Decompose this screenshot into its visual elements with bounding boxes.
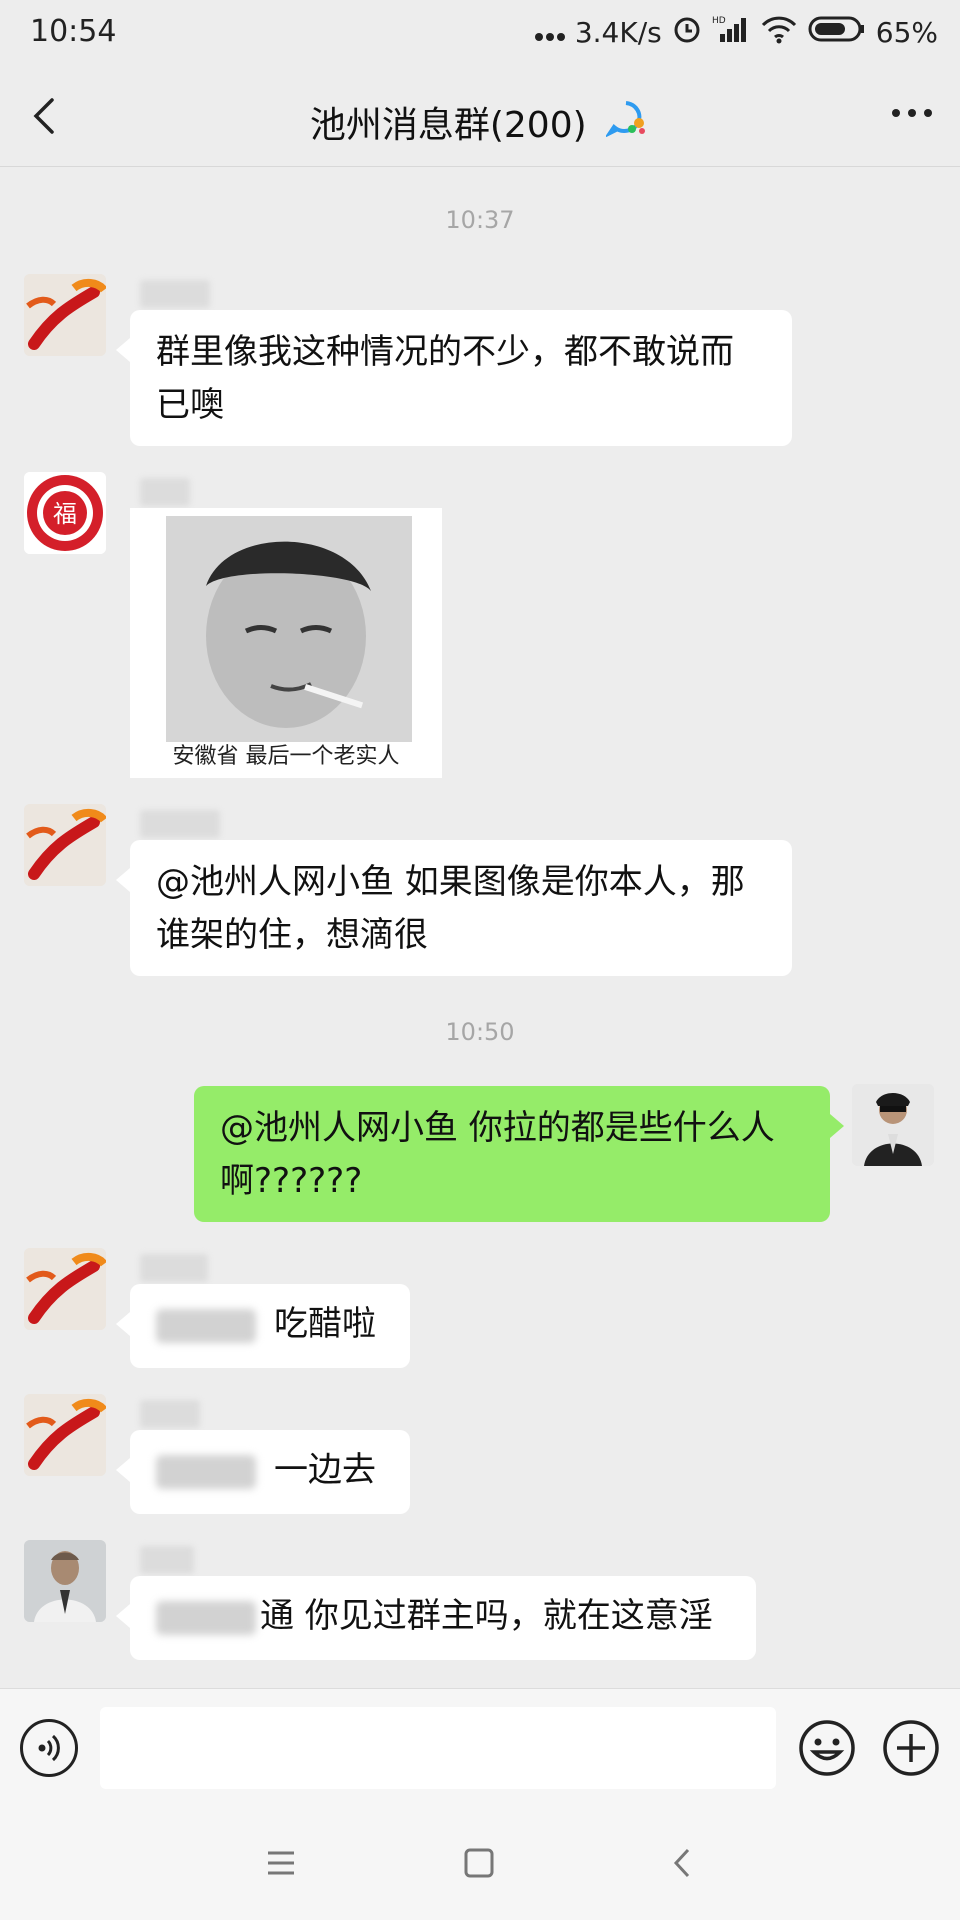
emoji-icon bbox=[799, 1720, 855, 1776]
koi-avatar-icon bbox=[24, 1248, 106, 1330]
koi-avatar-icon bbox=[24, 1394, 106, 1476]
person-avatar-icon bbox=[24, 1540, 106, 1622]
chevron-left-icon bbox=[673, 1848, 690, 1878]
wifi-icon bbox=[760, 14, 798, 51]
avatar[interactable] bbox=[24, 274, 106, 356]
sender-name-blurred bbox=[140, 280, 210, 308]
battery-percent: 65% bbox=[875, 16, 938, 49]
timestamp: 10:37 bbox=[445, 206, 515, 234]
sender-name-blurred bbox=[140, 810, 220, 838]
svg-text:HD: HD bbox=[712, 16, 726, 26]
message-bubble-self[interactable]: @池州人网小鱼 你拉的都是些什么人啊?????? bbox=[194, 1086, 844, 1222]
sender-name-blurred bbox=[140, 478, 190, 506]
timestamp: 10:50 bbox=[445, 1018, 515, 1046]
message-text: 通 你见过群主吗，就在这意淫 bbox=[260, 1596, 713, 1636]
more-actions-button[interactable] bbox=[882, 1719, 940, 1777]
message-text: 群里像我这种情况的不少，都不敢说而已噢 bbox=[156, 332, 734, 425]
blurred-mention bbox=[156, 1454, 256, 1489]
back-nav-button[interactable] bbox=[660, 1840, 706, 1886]
svg-text:福: 福 bbox=[53, 500, 77, 528]
voice-icon bbox=[38, 1734, 60, 1762]
title-area: 池州消息群(200) bbox=[0, 96, 960, 148]
avatar[interactable] bbox=[24, 804, 106, 886]
person-avatar-icon bbox=[852, 1084, 934, 1166]
plus-icon bbox=[883, 1720, 939, 1776]
emoji-button[interactable] bbox=[798, 1719, 856, 1777]
menu-nav-button[interactable] bbox=[258, 1840, 304, 1886]
avatar[interactable] bbox=[24, 1540, 106, 1622]
battery-icon bbox=[808, 15, 866, 50]
blurred-mention bbox=[156, 1308, 256, 1343]
group-chat-icon bbox=[604, 99, 650, 146]
status-icons: 3.4K/s HD 65% bbox=[534, 14, 938, 51]
home-nav-button[interactable] bbox=[456, 1840, 502, 1886]
alarm-icon bbox=[672, 14, 702, 51]
chat-title: 池州消息群(200) bbox=[309, 105, 587, 146]
hd-signal-icon: HD bbox=[712, 14, 750, 51]
signal-dots-icon bbox=[534, 16, 565, 49]
fu-character-avatar-icon: 福 bbox=[24, 472, 106, 554]
sender-name-blurred bbox=[140, 1254, 208, 1282]
message-text: @池州人网小鱼 你拉的都是些什么人啊?????? bbox=[220, 1108, 775, 1201]
input-bar bbox=[0, 1688, 960, 1807]
sender-name-blurred bbox=[140, 1400, 200, 1428]
message-bubble[interactable]: 一边去 bbox=[116, 1430, 410, 1514]
sticker-image[interactable]: 安徽省 最后一个老实人 bbox=[130, 508, 442, 778]
avatar[interactable] bbox=[24, 1394, 106, 1476]
voice-button[interactable] bbox=[20, 1719, 78, 1777]
sticker-photo bbox=[166, 516, 412, 742]
message-bubble[interactable]: 通 你见过群主吗，就在这意淫 bbox=[116, 1576, 756, 1660]
more-button[interactable] bbox=[890, 98, 934, 128]
status-bar: 10:54 3.4K/s HD 65% bbox=[0, 0, 960, 68]
koi-avatar-icon bbox=[24, 274, 106, 356]
net-speed: 3.4K/s bbox=[574, 16, 662, 49]
message-bubble[interactable]: 吃醋啦 bbox=[116, 1284, 410, 1368]
message-bubble[interactable]: 群里像我这种情况的不少，都不敢说而已噢 bbox=[116, 310, 792, 446]
sticker-caption: 安徽省 最后一个老实人 bbox=[172, 744, 400, 769]
square-home-icon bbox=[464, 1848, 494, 1878]
avatar[interactable]: 福 bbox=[24, 472, 106, 554]
blurred-mention bbox=[156, 1600, 256, 1635]
self-avatar[interactable] bbox=[852, 1084, 934, 1166]
message-text: 一边去 bbox=[274, 1450, 376, 1490]
message-input[interactable] bbox=[100, 1707, 776, 1789]
message-bubble[interactable]: @池州人网小鱼 如果图像是你本人，那谁架的住，想滴很 bbox=[116, 840, 792, 976]
avatar[interactable] bbox=[24, 1248, 106, 1330]
system-nav-bar bbox=[0, 1806, 960, 1920]
menu-lines-icon bbox=[268, 1851, 294, 1875]
status-time: 10:54 bbox=[30, 14, 117, 49]
sender-name-blurred bbox=[140, 1546, 194, 1574]
message-text: 吃醋啦 bbox=[274, 1304, 376, 1344]
message-text: @池州人网小鱼 如果图像是你本人，那谁架的住，想滴很 bbox=[156, 862, 745, 955]
koi-avatar-icon bbox=[24, 804, 106, 886]
more-dots-icon bbox=[892, 109, 932, 117]
chat-header: 池州消息群(200) bbox=[0, 68, 960, 167]
